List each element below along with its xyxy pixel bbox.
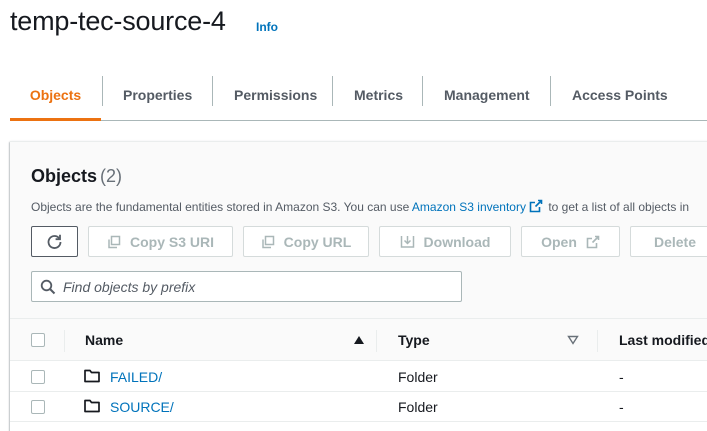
tab-separator [102,76,103,106]
object-name-cell: FAILED/ [110,362,162,392]
refresh-icon [47,234,62,249]
tab-objects-label: Objects [29,87,82,103]
refresh-button[interactable] [31,226,78,257]
table-row: FAILED/ Folder - [10,362,707,392]
object-name-cell: SOURCE/ [110,392,174,422]
column-header-type[interactable]: Type [398,319,579,361]
column-separator [376,330,377,352]
sort-ascending-icon [354,336,364,344]
object-last-modified-cell: - [619,369,624,385]
object-type-cell: Folder [398,369,438,385]
tab-permissions[interactable]: Permissions [234,70,317,120]
column-separator [64,330,65,352]
delete-label: Delete [653,233,697,250]
tab-access-points[interactable]: Access Points [572,70,668,120]
copy-s3-uri-label: Copy S3 URI [129,233,214,250]
folder-icon [84,399,100,413]
objects-panel-header: Objects (2) Objects are the fundamental e… [10,142,707,319]
copy-s3-uri-button[interactable]: Copy S3 URI [88,226,233,257]
tab-bar: Objects Properties Permissions Metrics M… [10,70,707,121]
external-link-icon [529,199,543,213]
objects-title: Objects [31,166,98,186]
download-icon [400,236,414,248]
column-header-name-label: Name [85,332,124,348]
table-header-row: Name Type Last modified [10,319,707,361]
column-header-name[interactable]: Name [85,319,365,361]
folder-icon [84,369,100,383]
column-separator [597,330,598,352]
download-button[interactable]: Download [379,226,511,257]
open-button[interactable]: Open [521,226,620,257]
objects-count: (2) [100,166,123,186]
tab-separator [212,76,213,106]
tab-permissions-label: Permissions [234,87,318,103]
select-all-checkbox[interactable] [31,333,45,347]
row-checkbox[interactable] [31,370,45,384]
objects-section-title: Objects (2) [31,166,122,187]
tab-properties[interactable]: Properties [123,70,192,120]
delete-button[interactable]: Delete [630,226,707,257]
column-header-last-modified[interactable]: Last modified [619,319,707,361]
tab-separator [550,76,551,106]
column-header-type-label: Type [398,332,430,348]
tab-metrics-label: Metrics [354,87,404,103]
info-link[interactable]: Info [256,20,278,34]
column-header-last-modified-label: Last modified [619,332,707,348]
s3-inventory-link-label: Amazon S3 inventory [411,200,526,214]
copy-icon [261,235,274,248]
tab-properties-label: Properties [123,87,193,103]
active-tab-underline [10,118,101,121]
object-last-modified-cell: - [619,399,624,415]
copy-icon [108,235,121,248]
tab-separator [332,76,333,106]
row-checkbox[interactable] [31,400,45,414]
folder-link[interactable]: SOURCE/ [110,399,174,415]
copy-url-button[interactable]: Copy URL [243,226,369,257]
s3-inventory-link[interactable]: Amazon S3 inventory [411,199,545,214]
object-type-cell: Folder [398,399,438,415]
table-row: SOURCE/ Folder - [10,392,707,422]
tab-metrics[interactable]: Metrics [354,70,403,120]
tab-access-points-label: Access Points [572,87,668,103]
folder-link[interactable]: FAILED/ [110,369,162,385]
tab-separator [422,76,423,106]
search-icon [40,279,56,295]
sort-icon [567,335,579,345]
external-link-icon [586,235,600,248]
search-field[interactable] [31,271,462,302]
tab-objects[interactable]: Objects [10,70,101,121]
tab-management[interactable]: Management [444,70,530,120]
description-suffix: to get a list of all objects in [544,200,690,214]
description-prefix: Objects are the fundamental entities sto… [31,200,412,214]
copy-url-label: Copy URL [283,233,352,250]
download-label: Download [423,233,491,250]
tab-management-label: Management [444,87,530,103]
objects-description: Objects are the fundamental entities sto… [31,199,689,214]
open-label: Open [541,233,577,250]
page-title: temp-tec-source-4 [10,6,226,36]
search-input[interactable] [63,272,453,301]
objects-panel: Objects (2) Objects are the fundamental e… [10,141,707,431]
